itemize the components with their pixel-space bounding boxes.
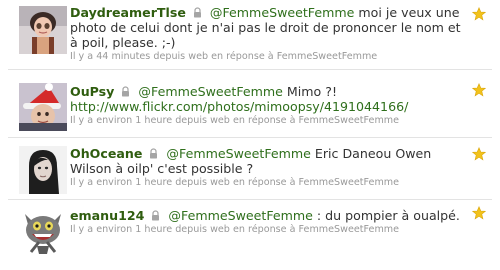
avatar-image bbox=[19, 206, 67, 254]
star-icon[interactable] bbox=[472, 206, 486, 220]
star-icon[interactable] bbox=[472, 7, 486, 21]
mention-link[interactable]: @FemmeSweetFemme bbox=[138, 84, 283, 99]
avatar-image bbox=[19, 83, 67, 131]
timestamp-link[interactable]: Il y a environ 1 heure bbox=[70, 177, 172, 188]
reply-link[interactable]: en réponse à FemmeSweetFemme bbox=[233, 224, 399, 235]
reply-link[interactable]: en réponse à FemmeSweetFemme bbox=[233, 115, 399, 126]
reply-link[interactable]: en réponse à FemmeSweetFemme bbox=[211, 51, 377, 62]
timestamp-link[interactable]: Il y a 44 minutes bbox=[70, 51, 150, 62]
source-label: depuis web bbox=[175, 224, 230, 235]
username[interactable]: OuPsy bbox=[70, 84, 114, 99]
timestamp-link[interactable]: Il y a environ 1 heure bbox=[70, 224, 172, 235]
tweet-text: Mimo ?! bbox=[282, 84, 337, 99]
tweet: DaydreamerTlse @FemmeSweetFemme moi je v… bbox=[0, 0, 500, 70]
tweet-meta: Il y a environ 1 heure depuis web en rép… bbox=[70, 224, 466, 236]
star-icon[interactable] bbox=[472, 83, 486, 97]
tweet: OuPsy @FemmeSweetFemme Mimo ?! http://ww… bbox=[0, 70, 500, 138]
avatar[interactable] bbox=[19, 6, 67, 54]
url-link[interactable]: http://www.flickr.com/photos/mimoopsy/41… bbox=[70, 99, 408, 114]
tweet-meta: Il y a environ 1 heure depuis web en rép… bbox=[70, 177, 466, 189]
source-label: depuis web bbox=[175, 115, 230, 126]
mention-link[interactable]: @FemmeSweetFemme bbox=[168, 208, 313, 223]
source-label: depuis web bbox=[175, 177, 230, 188]
mention-link[interactable]: @FemmeSweetFemme bbox=[210, 5, 355, 20]
tweet-text: : du pompier à oualpé. bbox=[312, 208, 460, 223]
lock-icon bbox=[122, 86, 130, 97]
avatar-image bbox=[19, 6, 67, 54]
timestamp-link[interactable]: Il y a environ 1 heure bbox=[70, 115, 172, 126]
username[interactable]: OhOceane bbox=[70, 146, 142, 161]
avatar[interactable] bbox=[19, 83, 67, 131]
lock-icon bbox=[193, 7, 201, 18]
username[interactable]: emanu124 bbox=[70, 208, 144, 223]
star-icon[interactable] bbox=[472, 147, 486, 161]
tweet-meta: Il y a 44 minutes depuis web en réponse … bbox=[70, 51, 466, 63]
tweet: OhOceane @FemmeSweetFemme Eric Daneou Ow… bbox=[0, 138, 500, 200]
source-label: depuis web bbox=[153, 51, 209, 62]
username[interactable]: DaydreamerTlse bbox=[70, 5, 186, 20]
reply-link[interactable]: en réponse à FemmeSweetFemme bbox=[233, 177, 399, 188]
lock-icon bbox=[150, 148, 158, 159]
mention-link[interactable]: @FemmeSweetFemme bbox=[166, 146, 311, 161]
timeline: DaydreamerTlse @FemmeSweetFemme moi je v… bbox=[0, 0, 500, 270]
avatar-image bbox=[19, 146, 67, 194]
tweet: emanu124 @FemmeSweetFemme : du pompier à… bbox=[0, 200, 500, 270]
avatar[interactable] bbox=[19, 146, 67, 194]
avatar[interactable] bbox=[19, 206, 67, 254]
tweet-meta: Il y a environ 1 heure depuis web en rép… bbox=[70, 115, 466, 127]
lock-icon bbox=[152, 210, 160, 221]
